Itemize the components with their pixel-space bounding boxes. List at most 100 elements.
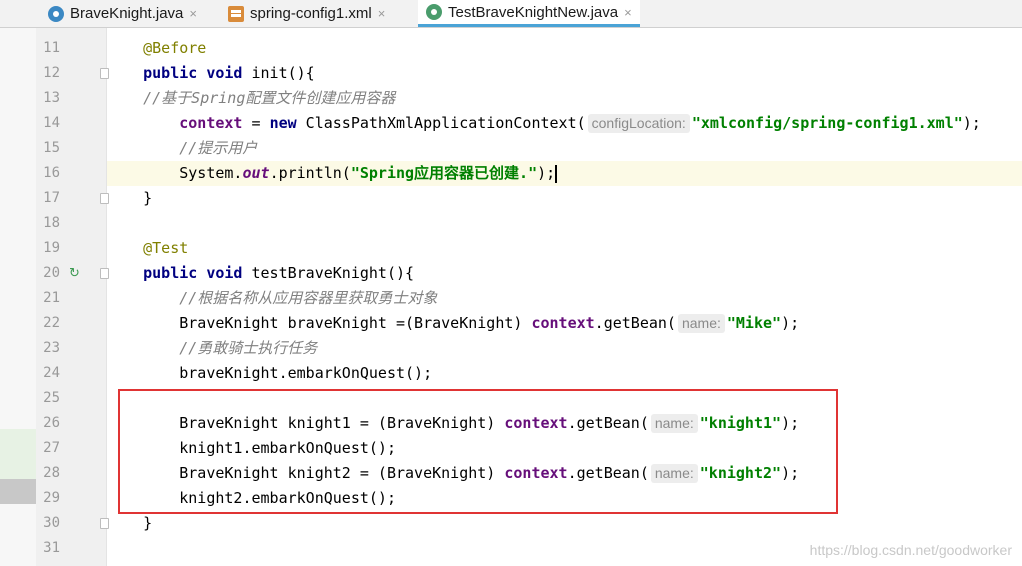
code-token: "Mike" bbox=[726, 314, 782, 332]
line-number: 30 bbox=[43, 515, 60, 531]
tab-testbraveknightnew-java[interactable]: TestBraveKnightNew.java × bbox=[418, 0, 640, 27]
code-token: knight1.embarkOnQuest(); bbox=[107, 439, 396, 457]
code-text: @Test bbox=[107, 236, 1022, 261]
parameter-hint: name: bbox=[677, 314, 725, 333]
code-token: context bbox=[179, 114, 243, 132]
code-text: } bbox=[107, 186, 1022, 211]
code-line[interactable]: 18 bbox=[0, 211, 1022, 236]
code-token: BraveKnight knight1 = (BraveKnight) bbox=[107, 414, 505, 432]
line-number: 18 bbox=[43, 215, 60, 231]
code-token: out bbox=[242, 164, 270, 182]
line-number: 21 bbox=[43, 290, 60, 306]
line-number: 17 bbox=[43, 190, 60, 206]
code-text: braveKnight.embarkOnQuest(); bbox=[107, 361, 1022, 386]
code-line[interactable]: 30 } bbox=[0, 511, 1022, 536]
code-token: .getBean( bbox=[567, 414, 649, 432]
code-token: context bbox=[531, 314, 595, 332]
line-number: 16 bbox=[43, 165, 60, 181]
code-line[interactable]: 29 knight2.embarkOnQuest(); bbox=[0, 486, 1022, 511]
line-number: 19 bbox=[43, 240, 60, 256]
line-number: 14 bbox=[43, 115, 60, 131]
code-text: } bbox=[107, 511, 1022, 536]
line-number: 13 bbox=[43, 90, 60, 106]
code-token: ); bbox=[537, 164, 556, 182]
code-line[interactable]: 17 } bbox=[0, 186, 1022, 211]
code-line[interactable]: 21 //根据名称从应用容器里获取勇士对象 bbox=[0, 286, 1022, 311]
line-number: 25 bbox=[43, 390, 60, 406]
code-token: public void bbox=[143, 64, 243, 82]
tab-label: spring-config1.xml bbox=[250, 5, 372, 22]
code-text: BraveKnight knight2 = (BraveKnight) cont… bbox=[107, 461, 1022, 486]
line-number: 22 bbox=[43, 315, 60, 331]
code-token: ); bbox=[781, 414, 800, 432]
code-line[interactable]: 23 //勇敢骑士执行任务 bbox=[0, 336, 1022, 361]
java-class-icon bbox=[48, 5, 64, 22]
code-line[interactable]: 12 public void init(){ bbox=[0, 61, 1022, 86]
code-text: //基于Spring配置文件创建应用容器 bbox=[107, 86, 1022, 111]
code-token: } bbox=[107, 189, 153, 207]
code-line[interactable]: 19 @Test bbox=[0, 236, 1022, 261]
close-tab-icon[interactable]: × bbox=[378, 6, 386, 21]
code-token: //勇敢骑士执行任务 bbox=[179, 339, 318, 357]
code-text: knight1.embarkOnQuest(); bbox=[107, 436, 1022, 461]
tab-spring-config1-xml[interactable]: spring-config1.xml × bbox=[228, 0, 385, 27]
code-line[interactable]: 20 ↻ public void testBraveKnight(){ bbox=[0, 261, 1022, 286]
line-number: 26 bbox=[43, 415, 60, 431]
parameter-hint: name: bbox=[650, 464, 698, 483]
code-token: .println( bbox=[269, 164, 351, 182]
code-token: //根据名称从应用容器里获取勇士对象 bbox=[179, 289, 438, 307]
code-line[interactable]: 28 BraveKnight knight2 = (BraveKnight) c… bbox=[0, 461, 1022, 486]
code-text: context = new ClassPathXmlApplicationCon… bbox=[107, 111, 1022, 136]
code-token: init(){ bbox=[242, 64, 315, 82]
line-number: 27 bbox=[43, 440, 60, 456]
run-test-icon[interactable]: ↻ bbox=[69, 266, 84, 281]
code-line[interactable]: 27 knight1.embarkOnQuest(); bbox=[0, 436, 1022, 461]
code-line[interactable]: 25 bbox=[0, 386, 1022, 411]
code-token: //基于Spring配置文件创建应用容器 bbox=[143, 89, 396, 107]
code-token: "knight2" bbox=[699, 464, 782, 482]
code-line[interactable]: 11 @Before bbox=[0, 36, 1022, 61]
code-token: BraveKnight braveKnight =(BraveKnight) bbox=[107, 314, 532, 332]
line-number: 28 bbox=[43, 465, 60, 481]
code-token: .getBean( bbox=[594, 314, 676, 332]
code-token: .getBean( bbox=[567, 464, 649, 482]
code-text: knight2.embarkOnQuest(); bbox=[107, 486, 1022, 511]
code-token: public void bbox=[143, 264, 243, 282]
code-line[interactable]: 14 context = new ClassPathXmlApplication… bbox=[0, 111, 1022, 136]
parameter-hint: name: bbox=[650, 414, 698, 433]
tab-label: BraveKnight.java bbox=[70, 5, 184, 22]
code-token: BraveKnight knight2 = (BraveKnight) bbox=[107, 464, 505, 482]
editor-tab-bar: BraveKnight.java × spring-config1.xml × … bbox=[0, 0, 1022, 28]
code-line[interactable]: 16 System.out.println("Spring应用容器已创建."); bbox=[0, 161, 1022, 186]
code-token: testBraveKnight(){ bbox=[242, 264, 415, 282]
code-text: public void init(){ bbox=[107, 61, 1022, 86]
code-text: //提示用户 bbox=[107, 136, 1022, 161]
close-tab-icon[interactable]: × bbox=[189, 6, 197, 21]
code-line[interactable]: 13 //基于Spring配置文件创建应用容器 bbox=[0, 86, 1022, 111]
line-number: 11 bbox=[43, 40, 60, 56]
code-token: "knight1" bbox=[699, 414, 782, 432]
code-text: public void testBraveKnight(){ bbox=[107, 261, 1022, 286]
code-token: } bbox=[107, 514, 153, 532]
code-line[interactable]: 22 BraveKnight braveKnight =(BraveKnight… bbox=[0, 311, 1022, 336]
code-token: ); bbox=[781, 314, 800, 332]
tab-braveknight-java[interactable]: BraveKnight.java × bbox=[48, 0, 197, 27]
code-line[interactable]: 15 //提示用户 bbox=[0, 136, 1022, 161]
code-token: @Before bbox=[143, 39, 207, 57]
code-text: //根据名称从应用容器里获取勇士对象 bbox=[107, 286, 1022, 311]
code-text: BraveKnight knight1 = (BraveKnight) cont… bbox=[107, 411, 1022, 436]
code-token: context bbox=[504, 414, 568, 432]
code-line[interactable]: 26 BraveKnight knight1 = (BraveKnight) c… bbox=[0, 411, 1022, 436]
code-line[interactable]: 24 braveKnight.embarkOnQuest(); bbox=[0, 361, 1022, 386]
parameter-hint: configLocation: bbox=[587, 114, 690, 133]
test-class-icon bbox=[426, 4, 442, 20]
code-text: //勇敢骑士执行任务 bbox=[107, 336, 1022, 361]
code-text: @Before bbox=[107, 36, 1022, 61]
close-tab-icon[interactable]: × bbox=[624, 5, 632, 20]
